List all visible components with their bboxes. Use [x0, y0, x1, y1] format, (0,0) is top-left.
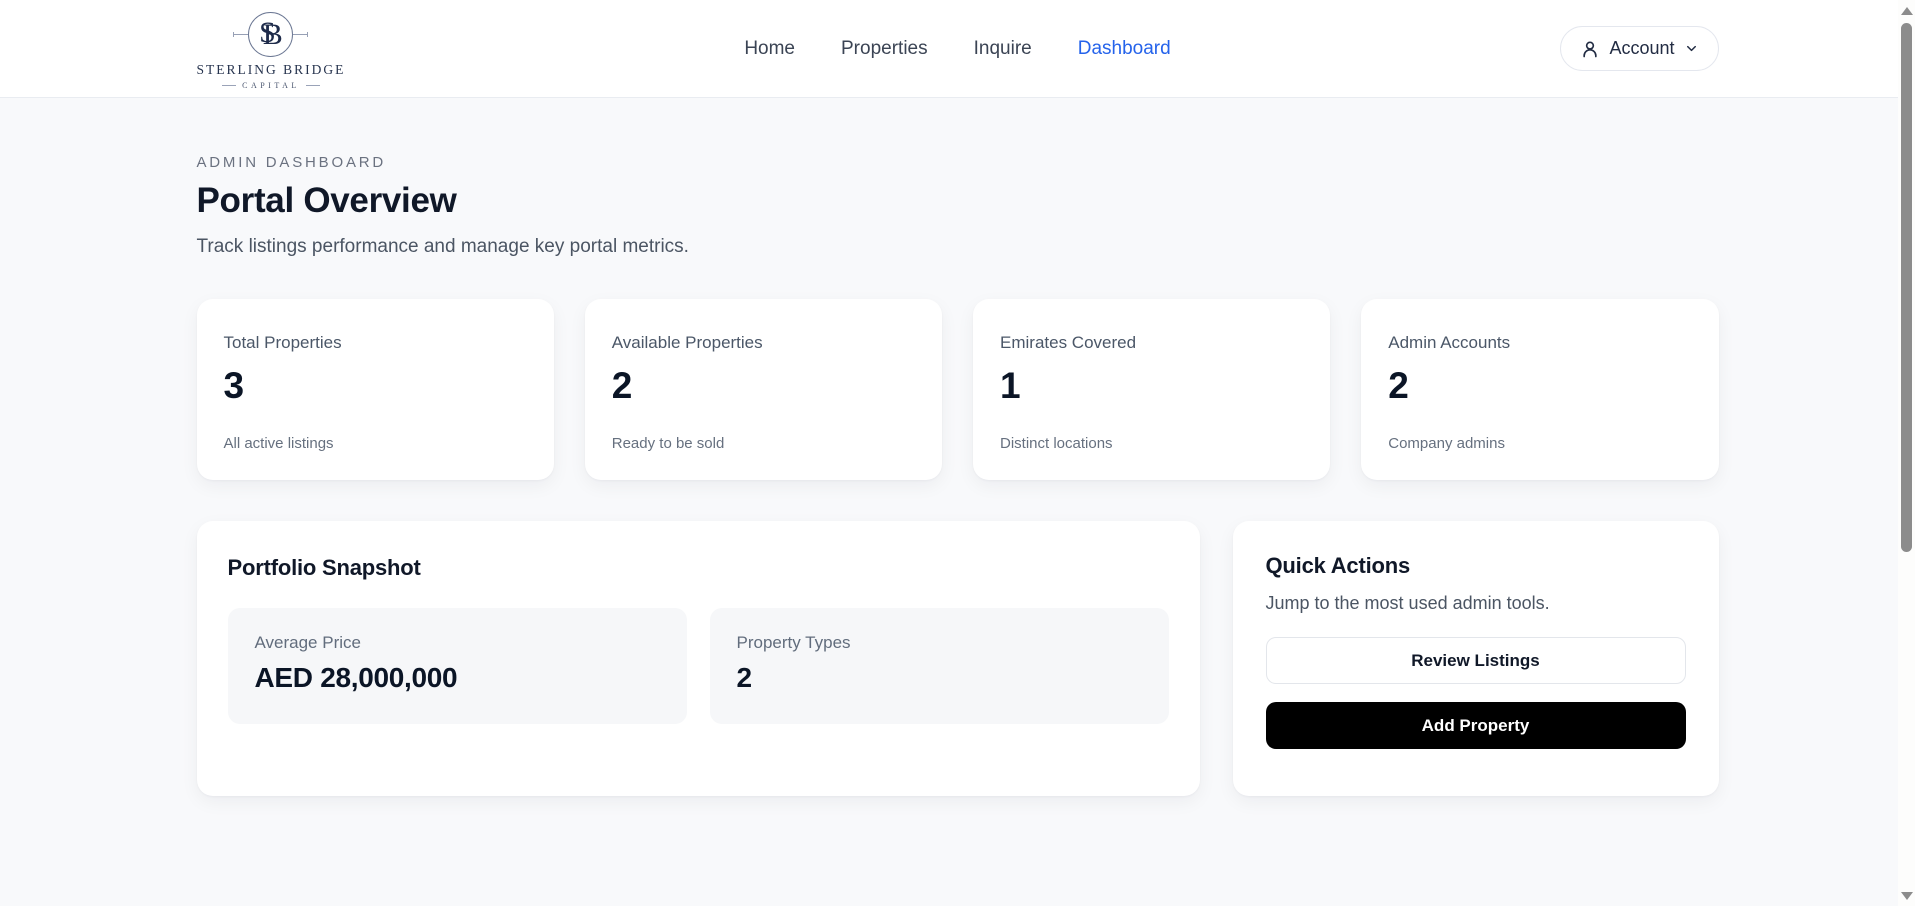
stat-value: 3 — [223, 365, 245, 406]
nav-link-home[interactable]: Home — [744, 38, 795, 60]
account-label: Account — [1609, 38, 1675, 58]
page-eyebrow: ADMIN DASHBOARD — [196, 154, 387, 171]
bottom-row: Portfolio Snapshot Average Price AED 28,… — [196, 521, 1719, 796]
stat-value: 1 — [1000, 365, 1021, 406]
tile-label: Property Types — [736, 633, 851, 652]
stat-value: 2 — [611, 365, 633, 406]
logo-line-left — [233, 31, 249, 37]
portfolio-snapshot-panel: Portfolio Snapshot Average Price AED 28,… — [196, 521, 1200, 796]
stat-label: Available Properties — [611, 333, 763, 352]
nav-link-properties[interactable]: Properties — [841, 38, 928, 60]
stat-card-admin-accounts: Admin Accounts 2 Company admins — [1361, 299, 1719, 480]
tile-average-price: Average Price AED 28,000,000 — [227, 608, 687, 724]
stat-value: 2 — [1388, 365, 1409, 406]
stat-note: Ready to be sold — [611, 435, 725, 452]
stats-grid: Total Properties 3 All active listings A… — [196, 299, 1719, 480]
page-title: Portal Overview — [196, 181, 457, 220]
review-listings-button[interactable]: Review Listings — [1265, 637, 1686, 684]
stat-card-total-properties: Total Properties 3 All active listings — [196, 299, 554, 480]
tile-value: 2 — [736, 662, 753, 693]
scroll-up-arrow-icon[interactable] — [1900, 7, 1913, 15]
portfolio-title: Portfolio Snapshot — [227, 555, 421, 580]
monogram-letter-b: B — [262, 18, 283, 51]
stat-label: Total Properties — [223, 333, 342, 352]
page-subtitle: Track listings performance and manage ke… — [196, 236, 689, 257]
brand-monogram-icon: S B — [233, 11, 309, 57]
quick-actions-subtitle: Jump to the most used admin tools. — [1265, 593, 1550, 613]
top-header: S B STERLING BRIDGE CAPITAL Home Propert… — [0, 0, 1915, 98]
brand-subtitle: CAPITAL — [222, 81, 320, 90]
stat-note: All active listings — [223, 435, 334, 452]
quick-actions-panel: Quick Actions Jump to the most used admi… — [1232, 521, 1719, 796]
quick-actions-title: Quick Actions — [1265, 553, 1411, 578]
chevron-down-icon — [1686, 45, 1696, 52]
stat-note: Company admins — [1388, 435, 1505, 452]
account-menu-button[interactable]: Account — [1560, 26, 1719, 71]
brand-name: STERLING BRIDGE — [196, 61, 346, 77]
logo-dash-right — [305, 84, 320, 86]
logo-dash-left — [222, 84, 237, 86]
stat-card-available-properties: Available Properties 2 Ready to be sold — [584, 299, 942, 480]
brand-logo[interactable]: S B STERLING BRIDGE CAPITAL — [197, 8, 346, 90]
tile-value: AED 28,000,000 — [254, 662, 458, 693]
stat-card-emirates-covered: Emirates Covered 1 Distinct locations — [973, 299, 1331, 480]
add-property-button[interactable]: Add Property — [1265, 702, 1686, 749]
brand-subtitle-label: CAPITAL — [242, 80, 300, 90]
logo-line-right — [293, 31, 309, 37]
nav-link-inquire[interactable]: Inquire — [974, 38, 1032, 60]
scrollbar-thumb[interactable] — [1901, 23, 1912, 552]
main-nav: Home Properties Inquire Dashboard — [744, 38, 1170, 60]
tile-property-types: Property Types 2 — [709, 608, 1169, 724]
stat-label: Admin Accounts — [1388, 333, 1511, 352]
stat-label: Emirates Covered — [1000, 333, 1137, 352]
logo-circle: S B — [248, 11, 294, 57]
tile-label: Average Price — [254, 633, 361, 652]
scrollbar[interactable] — [1898, 0, 1915, 906]
portfolio-tiles: Average Price AED 28,000,000 Property Ty… — [227, 608, 1169, 724]
main-content: ADMIN DASHBOARD Portal Overview Track li… — [196, 98, 1719, 796]
user-icon — [1583, 41, 1598, 57]
nav-link-dashboard[interactable]: Dashboard — [1078, 38, 1171, 60]
stat-note: Distinct locations — [1000, 435, 1113, 452]
scroll-down-arrow-icon[interactable] — [1900, 892, 1913, 900]
